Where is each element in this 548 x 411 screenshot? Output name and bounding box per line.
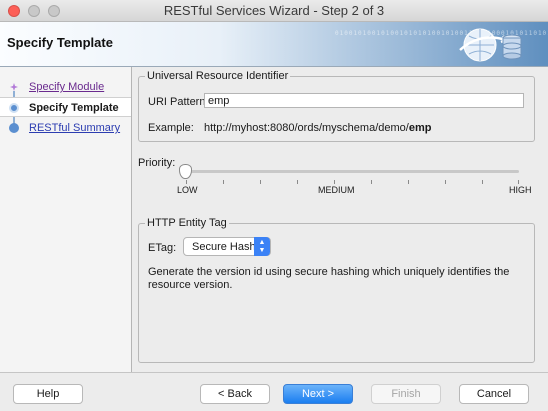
priority-high-label: HIGH	[509, 185, 532, 195]
footer-divider	[0, 372, 548, 373]
etag-description: Generate the version id using secure has…	[148, 266, 510, 291]
slider-tick	[223, 180, 224, 184]
etag-select[interactable]: Secure Hash ▲ ▼	[183, 237, 271, 256]
slider-tick	[260, 180, 261, 184]
page-title: Specify Template	[7, 35, 113, 50]
step-specify-template[interactable]: Specify Template	[0, 97, 131, 117]
slider-tick	[482, 180, 483, 184]
chevron-updown-icon: ▲ ▼	[254, 237, 270, 256]
step-label[interactable]: RESTful Summary	[29, 122, 120, 134]
priority-label: Priority:	[138, 157, 176, 169]
priority-medium-label: MEDIUM	[318, 185, 355, 195]
example-label: Example:	[148, 122, 194, 134]
step-restful-summary[interactable]: RESTful Summary	[0, 118, 131, 138]
visited-step-icon	[10, 83, 18, 91]
uri-pattern-label: URI Pattern:	[148, 96, 209, 108]
example-url-prefix: http://myhost:8080/ords/myschema/demo/	[204, 122, 409, 134]
etag-legend: HTTP Entity Tag	[145, 217, 229, 229]
next-button[interactable]: Next >	[283, 384, 353, 404]
finish-button: Finish	[371, 384, 441, 404]
back-button[interactable]: < Back	[200, 384, 270, 404]
example-url-suffix: emp	[408, 122, 432, 134]
priority-low-label: LOW	[177, 185, 198, 195]
etag-label: ETag:	[148, 242, 177, 254]
slider-tick	[334, 180, 335, 184]
slider-tick	[445, 180, 446, 184]
slider-tick	[186, 180, 187, 184]
pending-step-icon	[9, 123, 19, 133]
priority-slider-thumb[interactable]	[179, 164, 192, 179]
priority-slider-track[interactable]	[184, 170, 519, 173]
wizard-header: Specify Template 01001010010100101010100…	[0, 22, 548, 67]
window-title: RESTful Services Wizard - Step 2 of 3	[163, 3, 385, 18]
uri-legend: Universal Resource Identifier	[145, 70, 291, 82]
example-url: http://myhost:8080/ords/myschema/demo/em…	[204, 122, 431, 134]
help-button[interactable]: Help	[13, 384, 83, 404]
step-label[interactable]: Specify Module	[29, 81, 104, 93]
step-label: Specify Template	[29, 102, 119, 114]
slider-tick	[408, 180, 409, 184]
binary-decoration: 0100101001010010101010010100110101000101…	[335, 30, 548, 37]
slider-tick	[518, 180, 519, 184]
current-step-icon	[9, 103, 19, 113]
uri-pattern-input[interactable]	[204, 93, 524, 108]
wizard-steps-sidebar: Specify Module Specify Template RESTful …	[0, 67, 132, 372]
globe-database-icon	[459, 28, 522, 62]
cancel-button[interactable]: Cancel	[459, 384, 529, 404]
step-specify-module[interactable]: Specify Module	[0, 77, 131, 97]
slider-tick	[371, 180, 372, 184]
window-titlebar: RESTful Services Wizard - Step 2 of 3	[0, 0, 548, 22]
etag-selected-value: Secure Hash	[192, 241, 256, 253]
slider-tick	[297, 180, 298, 184]
